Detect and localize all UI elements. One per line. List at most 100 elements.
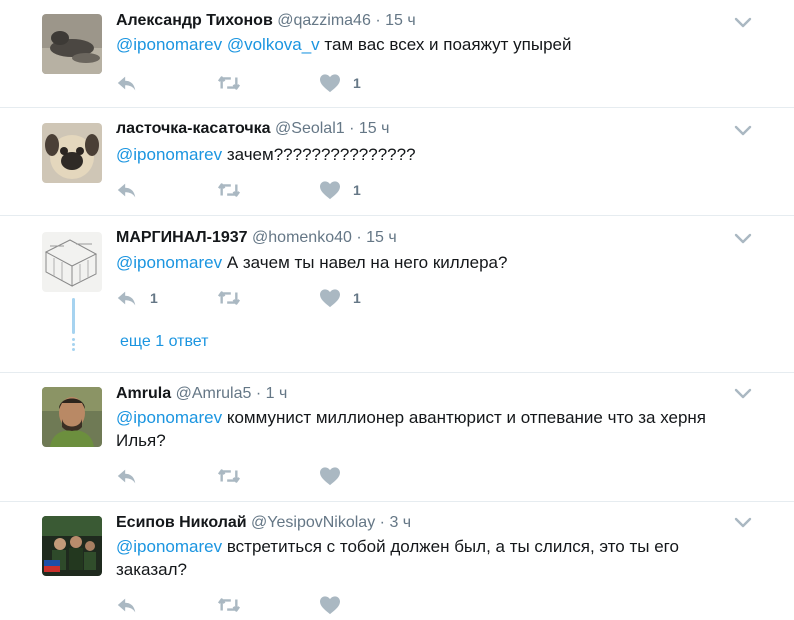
tweet-content: коммунист миллионер авантюрист и отпеван… [226, 408, 707, 427]
like-icon [319, 595, 341, 615]
user-name[interactable]: МАРГИНАЛ-1937 [116, 229, 248, 246]
timestamp[interactable]: 15 ч [366, 229, 397, 246]
timestamp[interactable]: 15 ч [359, 120, 390, 137]
avatar[interactable] [42, 232, 102, 292]
reply-button[interactable] [116, 464, 150, 488]
tweet-header: Есипов Николай @YesipovNikolay · 3 ч [116, 514, 411, 532]
tweet-text: @iponomarev @volkova_v там вас всех и по… [116, 33, 736, 56]
user-handle[interactable]: @qazzima46 [277, 12, 371, 29]
mention-link[interactable]: @iponomarev [116, 145, 222, 164]
tweet[interactable]: Есипов Николай @YesipovNikolay · 3 ч @ip… [0, 502, 794, 620]
tweet[interactable]: Amrula @Amrula5 · 1 ч @iponomarev коммун… [0, 373, 794, 502]
tweet-content: зачем??????????????? [226, 145, 416, 164]
reply-button[interactable] [116, 178, 150, 202]
separator-dot: · [356, 229, 362, 246]
like-button[interactable] [319, 593, 353, 617]
reply-count: 1 [150, 290, 158, 306]
reply-button[interactable] [116, 593, 150, 617]
separator-dot: · [379, 514, 385, 531]
mention-link[interactable]: @iponomarev [116, 253, 222, 272]
thread-dot [72, 343, 75, 346]
tweet-content: А зачем ты навел на него киллера? [226, 253, 508, 272]
reply-button[interactable]: 1 [116, 286, 158, 310]
user-name[interactable]: Александр Тихонов [116, 12, 273, 29]
timestamp[interactable]: 1 ч [266, 385, 288, 402]
tweet[interactable]: МАРГИНАЛ-1937 @homenko40 · 15 ч @iponoma… [0, 216, 794, 373]
tweet-content: встретиться с тобой должен был, а ты сли… [226, 537, 679, 556]
thread-dot [72, 338, 75, 341]
avatar[interactable] [42, 516, 102, 576]
avatar[interactable] [42, 123, 102, 183]
tweet-actions [116, 464, 456, 488]
retweet-icon [216, 594, 242, 616]
mention-link[interactable]: @volkova_v [227, 35, 320, 54]
separator-dot: · [349, 120, 355, 137]
mention-link[interactable]: @iponomarev [116, 408, 222, 427]
tweet-text: @iponomarev коммунист миллионер авантюри… [116, 406, 736, 452]
like-icon [319, 73, 341, 93]
thread-dot [72, 348, 75, 351]
tweet-actions: 1 [116, 178, 456, 202]
retweet-button[interactable] [216, 178, 242, 202]
retweet-icon [216, 287, 242, 309]
retweet-icon [216, 465, 242, 487]
caret-down-icon[interactable] [734, 232, 752, 246]
reply-icon [116, 287, 138, 309]
avatar[interactable] [42, 387, 102, 447]
like-count: 1 [353, 290, 361, 306]
user-name[interactable]: Есипов Николай [116, 514, 247, 531]
caret-down-icon[interactable] [734, 124, 752, 138]
reply-icon [116, 179, 138, 201]
user-handle[interactable]: @Seolal1 [275, 120, 345, 137]
like-icon [319, 180, 341, 200]
reply-icon [116, 72, 138, 94]
tweet-content-line2: Илья? [116, 431, 166, 450]
avatar[interactable] [42, 14, 102, 74]
like-button[interactable]: 1 [319, 286, 361, 310]
mention-link[interactable]: @iponomarev [116, 35, 222, 54]
user-handle[interactable]: @homenko40 [252, 229, 352, 246]
tweet-content: там вас всех и поаяжут упырей [324, 35, 572, 54]
like-icon [319, 466, 341, 486]
thread-line [72, 298, 75, 334]
user-name[interactable]: ласточка-касаточка [116, 120, 271, 137]
separator-dot: · [255, 385, 262, 402]
tweet-text: @iponomarev зачем??????????????? [116, 143, 736, 166]
show-more-replies-link[interactable]: еще 1 ответ [120, 333, 208, 351]
reply-button[interactable] [116, 71, 150, 95]
tweet-header: ласточка-касаточка @Seolal1 · 15 ч [116, 120, 389, 138]
retweet-button[interactable] [216, 71, 242, 95]
tweet-header: МАРГИНАЛ-1937 @homenko40 · 15 ч [116, 229, 397, 247]
user-handle[interactable]: @Amrula5 [176, 385, 252, 402]
caret-down-icon[interactable] [734, 516, 752, 530]
tweet[interactable]: ласточка-касаточка @Seolal1 · 15 ч @ipon… [0, 108, 794, 216]
retweet-icon [216, 179, 242, 201]
like-button[interactable]: 1 [319, 178, 361, 202]
caret-down-icon[interactable] [734, 16, 752, 30]
timestamp[interactable]: 3 ч [389, 514, 411, 531]
like-count: 1 [353, 75, 361, 91]
retweet-button[interactable] [216, 286, 242, 310]
caret-down-icon[interactable] [734, 387, 752, 401]
user-name[interactable]: Amrula [116, 385, 171, 402]
tweet-content-line2: заказал? [116, 560, 187, 579]
retweet-button[interactable] [216, 593, 242, 617]
user-handle[interactable]: @YesipovNikolay [251, 514, 375, 531]
reply-icon [116, 465, 138, 487]
timestamp[interactable]: 15 ч [385, 12, 416, 29]
tweet[interactable]: Александр Тихонов @qazzima46 · 15 ч @ipo… [0, 0, 794, 108]
like-button[interactable]: 1 [319, 71, 361, 95]
retweet-icon [216, 72, 242, 94]
mention-link[interactable]: @iponomarev [116, 537, 222, 556]
tweet-text: @iponomarev А зачем ты навел на него кил… [116, 251, 736, 274]
reply-icon [116, 594, 138, 616]
tweet-header: Amrula @Amrula5 · 1 ч [116, 385, 287, 403]
tweet-text: @iponomarev встретиться с тобой должен б… [116, 535, 736, 581]
retweet-button[interactable] [216, 464, 242, 488]
like-count: 1 [353, 182, 361, 198]
like-icon [319, 288, 341, 308]
tweet-actions: 1 [116, 71, 456, 95]
separator-dot: · [375, 12, 381, 29]
like-button[interactable] [319, 464, 353, 488]
tweet-actions: 1 1 [116, 286, 456, 310]
